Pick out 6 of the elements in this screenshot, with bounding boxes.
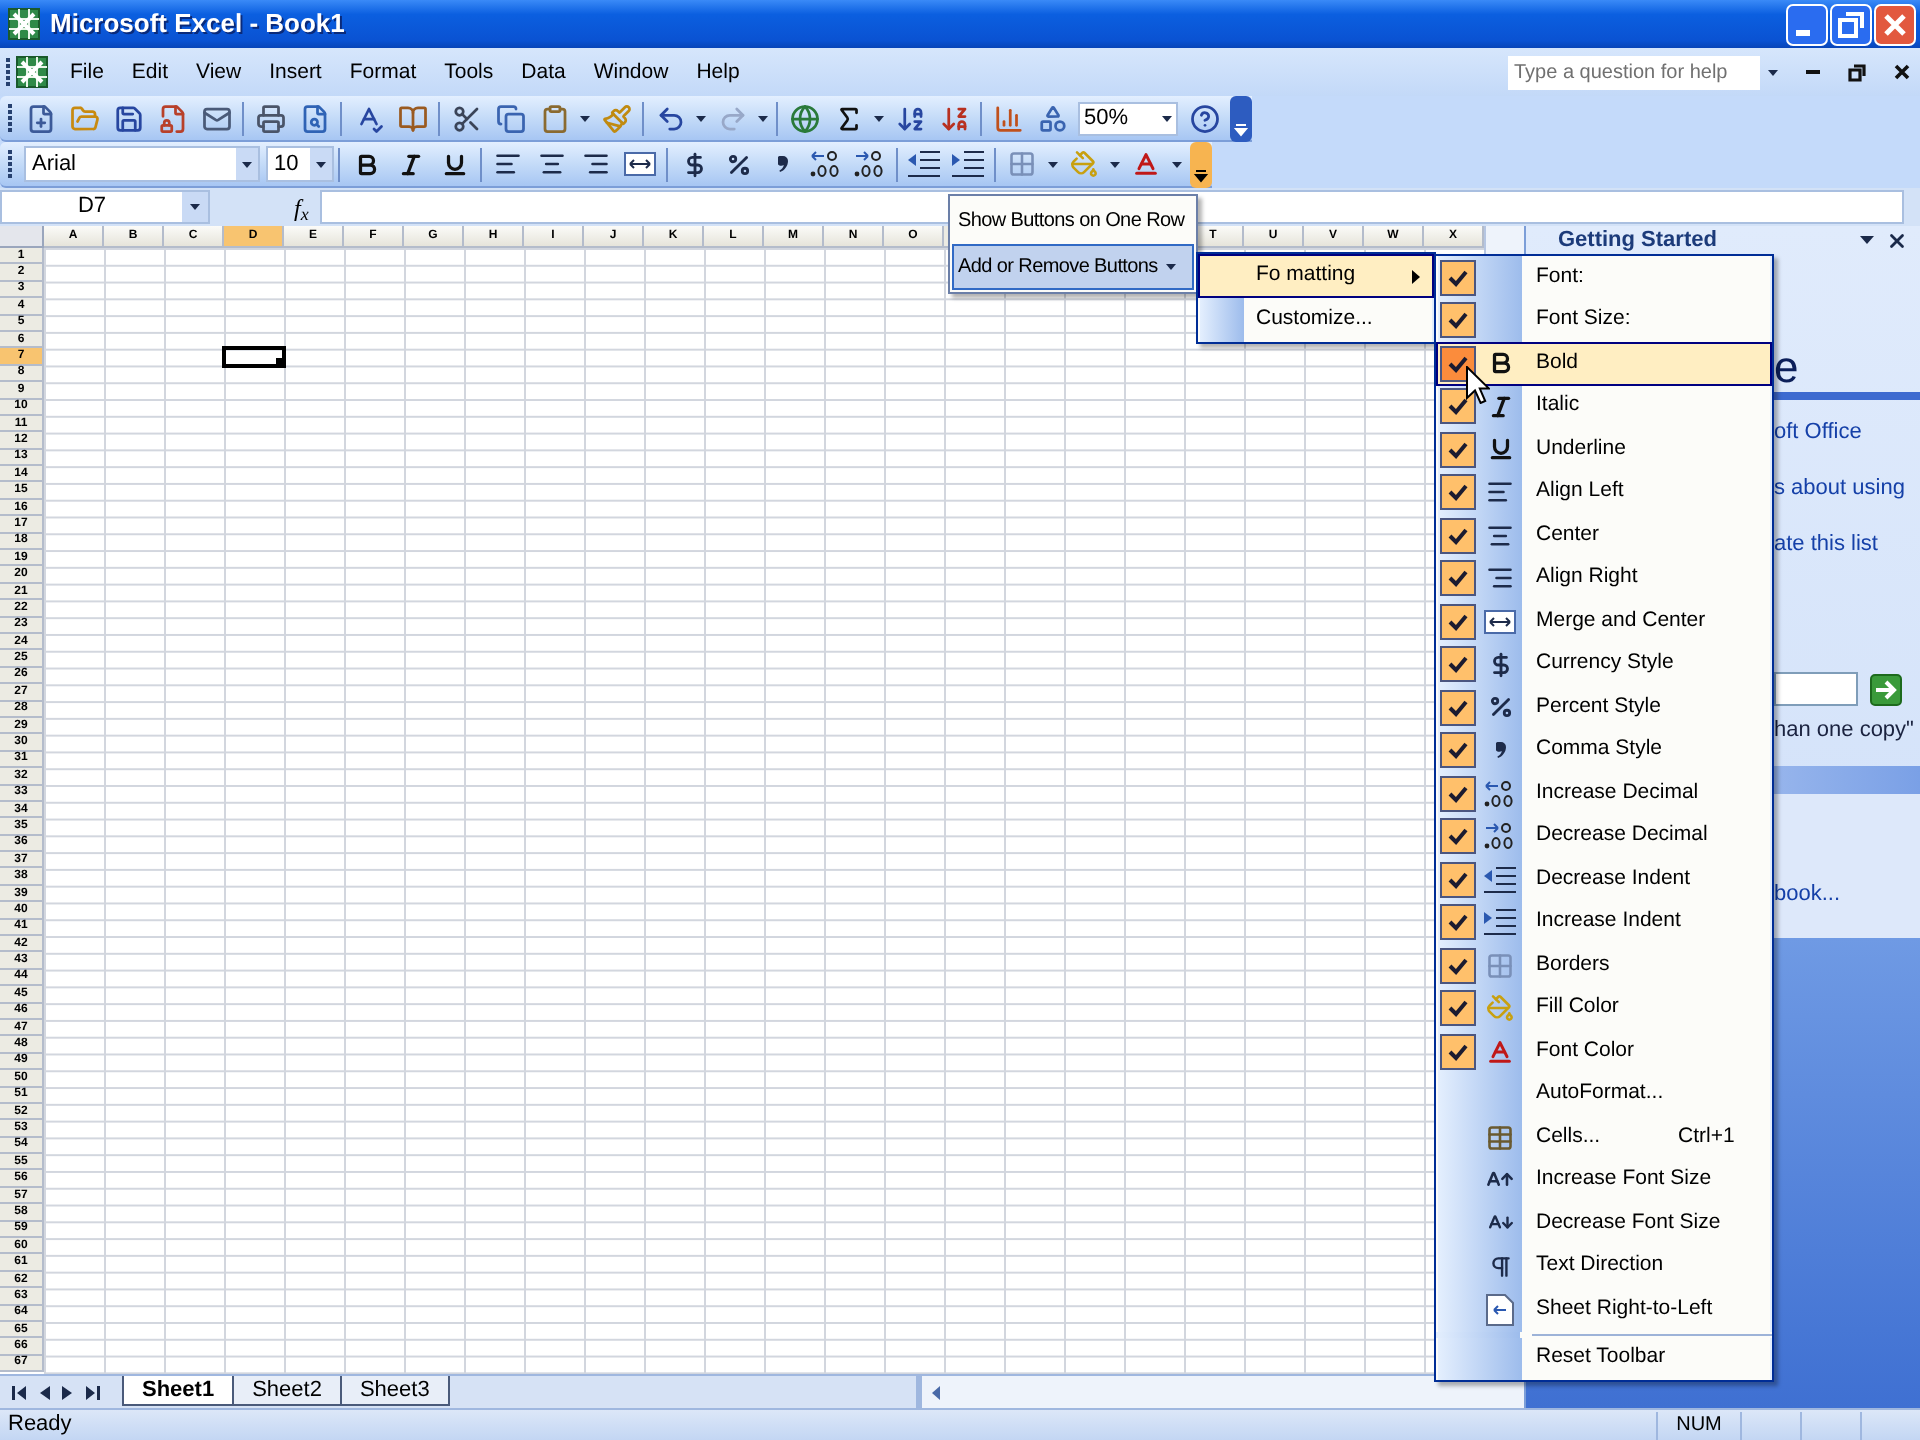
window-title: Microsoft Excel - Book1: [50, 6, 347, 43]
example-text: han one copy": [1774, 718, 1912, 742]
status-indicator: NUM: [1656, 1411, 1740, 1439]
status-text: Ready: [6, 1412, 74, 1438]
pane-heading: e: [1774, 344, 1801, 392]
task-pane-title: Getting Started: [1558, 227, 1719, 253]
